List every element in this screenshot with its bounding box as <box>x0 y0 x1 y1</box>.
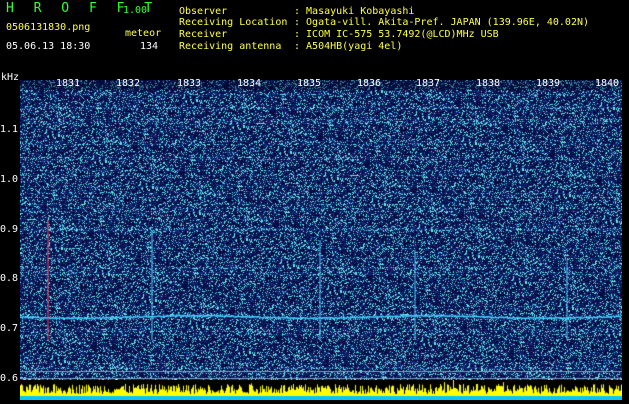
info-key-receiver: Receiver <box>179 29 228 40</box>
y-tick-label: 0.8 <box>0 273 19 284</box>
info-value-antenna: : A504HB(yagi 4el) <box>294 41 403 52</box>
header-panel: H R O F F T 1.00 0506131830.png meteor 0… <box>0 0 629 83</box>
y-tick-label: 1.0 <box>0 174 19 185</box>
info-value-location: : Ogata-vill. Akita-Pref. JAPAN (139.96E… <box>294 17 590 28</box>
x-tick-label: 1837 <box>416 78 441 89</box>
info-value-receiver: : ICOM IC-575 53.7492(@LCD)MHz USB <box>294 29 499 40</box>
x-tick-label: 1835 <box>297 78 322 89</box>
info-key-location: Receiving Location <box>179 17 288 28</box>
x-tick-label: 1831 <box>56 78 81 89</box>
file-name: 0506131830.png <box>6 22 91 33</box>
x-tick-label: 1834 <box>237 78 262 89</box>
y-axis-unit: kHz <box>1 72 20 83</box>
observation-datetime: 05.06.13 18:30 <box>6 41 91 52</box>
event-count: 134 <box>140 41 159 52</box>
y-tick-label: 0.7 <box>0 323 19 334</box>
y-tick-label: 0.9 <box>0 224 19 235</box>
event-label: meteor <box>125 28 162 39</box>
spectrogram-view[interactable] <box>20 80 622 380</box>
spectrogram-canvas <box>20 80 622 380</box>
x-tick-label: 1838 <box>476 78 501 89</box>
amplitude-canvas <box>20 380 622 400</box>
y-tick-label: 1.1 <box>0 124 19 135</box>
x-tick-label: 1836 <box>357 78 382 89</box>
amplitude-strip <box>20 380 622 400</box>
info-key-observer: Observer <box>179 6 228 17</box>
x-tick-label: 1832 <box>116 78 141 89</box>
y-tick-label: 0.6 <box>0 373 19 384</box>
info-value-observer: : Masayuki Kobayashi <box>294 6 415 17</box>
info-key-antenna: Receiving antenna <box>179 41 282 52</box>
app-version: 1.00 <box>123 5 148 16</box>
x-tick-label: 1833 <box>177 78 202 89</box>
x-tick-label: 1840 <box>595 78 620 89</box>
x-tick-label: 1839 <box>536 78 561 89</box>
